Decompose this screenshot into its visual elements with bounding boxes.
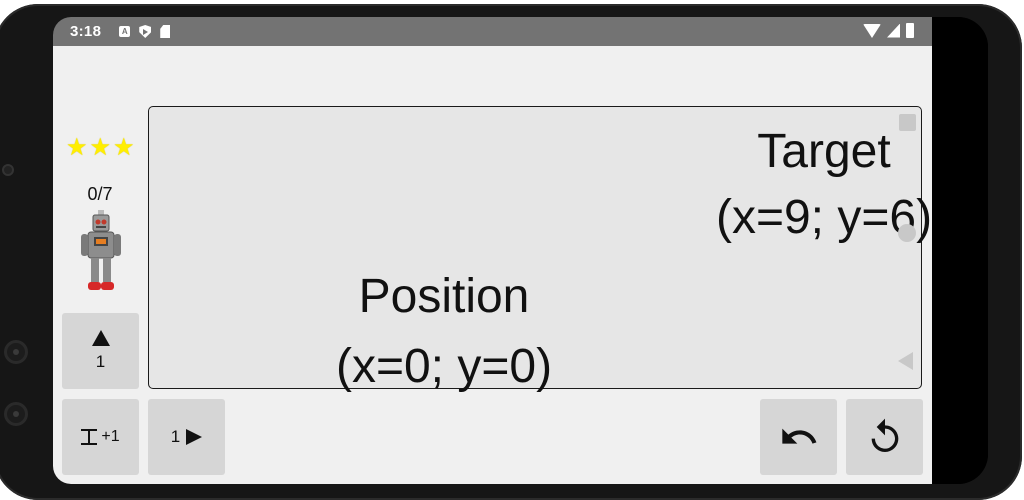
restart-icon bbox=[871, 418, 898, 452]
back-icon[interactable] bbox=[898, 352, 913, 370]
star-icon: ★ bbox=[66, 134, 88, 161]
home-icon[interactable] bbox=[898, 224, 916, 242]
sd-card-icon bbox=[160, 25, 171, 38]
increase-step-label: +1 bbox=[101, 428, 120, 445]
navigation-bar bbox=[932, 17, 988, 484]
position-coordinates: (x=0; y=0) bbox=[335, 340, 553, 393]
undo-icon bbox=[781, 428, 816, 444]
shield-play-icon bbox=[139, 25, 152, 38]
arrow-right-icon bbox=[186, 429, 203, 445]
star-rating: ★ ★ ★ bbox=[66, 136, 135, 160]
wifi-icon bbox=[863, 23, 881, 38]
star-icon: ★ bbox=[89, 134, 112, 161]
increase-step-button[interactable]: +1 bbox=[62, 399, 139, 475]
recent-apps-icon[interactable] bbox=[899, 114, 916, 131]
move-right-count: 1 bbox=[170, 427, 181, 446]
game-area: ★ ★ ★ 0/7 Target (x=9; y=6) Position (x=… bbox=[53, 46, 932, 484]
system-icons bbox=[863, 23, 914, 38]
signal-icon bbox=[887, 23, 900, 38]
battery-icon bbox=[906, 23, 914, 38]
robot-icon bbox=[81, 210, 121, 290]
move-up-button[interactable]: 1 bbox=[62, 313, 139, 389]
arrow-up-icon bbox=[91, 330, 110, 346]
front-camera bbox=[4, 340, 28, 364]
game-board: Target (x=9; y=6) Position (x=0; y=0) bbox=[148, 106, 932, 393]
screen: 3:18 A ★ ★ ★ 0/7 Target (x=9; y=6) Posit… bbox=[53, 17, 988, 484]
undo-button[interactable] bbox=[760, 399, 837, 475]
notification-icons: A bbox=[119, 25, 171, 38]
star-icon: ★ bbox=[113, 134, 135, 161]
move-counter: 0/7 bbox=[87, 184, 113, 204]
restart-button[interactable] bbox=[846, 399, 923, 475]
proximity-sensor bbox=[2, 164, 14, 176]
a-badge-icon: A bbox=[119, 26, 131, 37]
move-right-button[interactable]: 1 bbox=[148, 399, 225, 475]
status-time: 3:18 bbox=[70, 23, 102, 40]
status-bar: 3:18 A bbox=[53, 17, 932, 46]
position-label: Position bbox=[358, 270, 530, 323]
target-coordinates: (x=9; y=6) bbox=[715, 191, 933, 244]
position-info: Position (x=0; y=0) bbox=[314, 262, 574, 402]
front-speaker bbox=[4, 402, 28, 426]
expand-vertical-icon bbox=[81, 429, 98, 445]
move-up-count: 1 bbox=[95, 352, 106, 371]
